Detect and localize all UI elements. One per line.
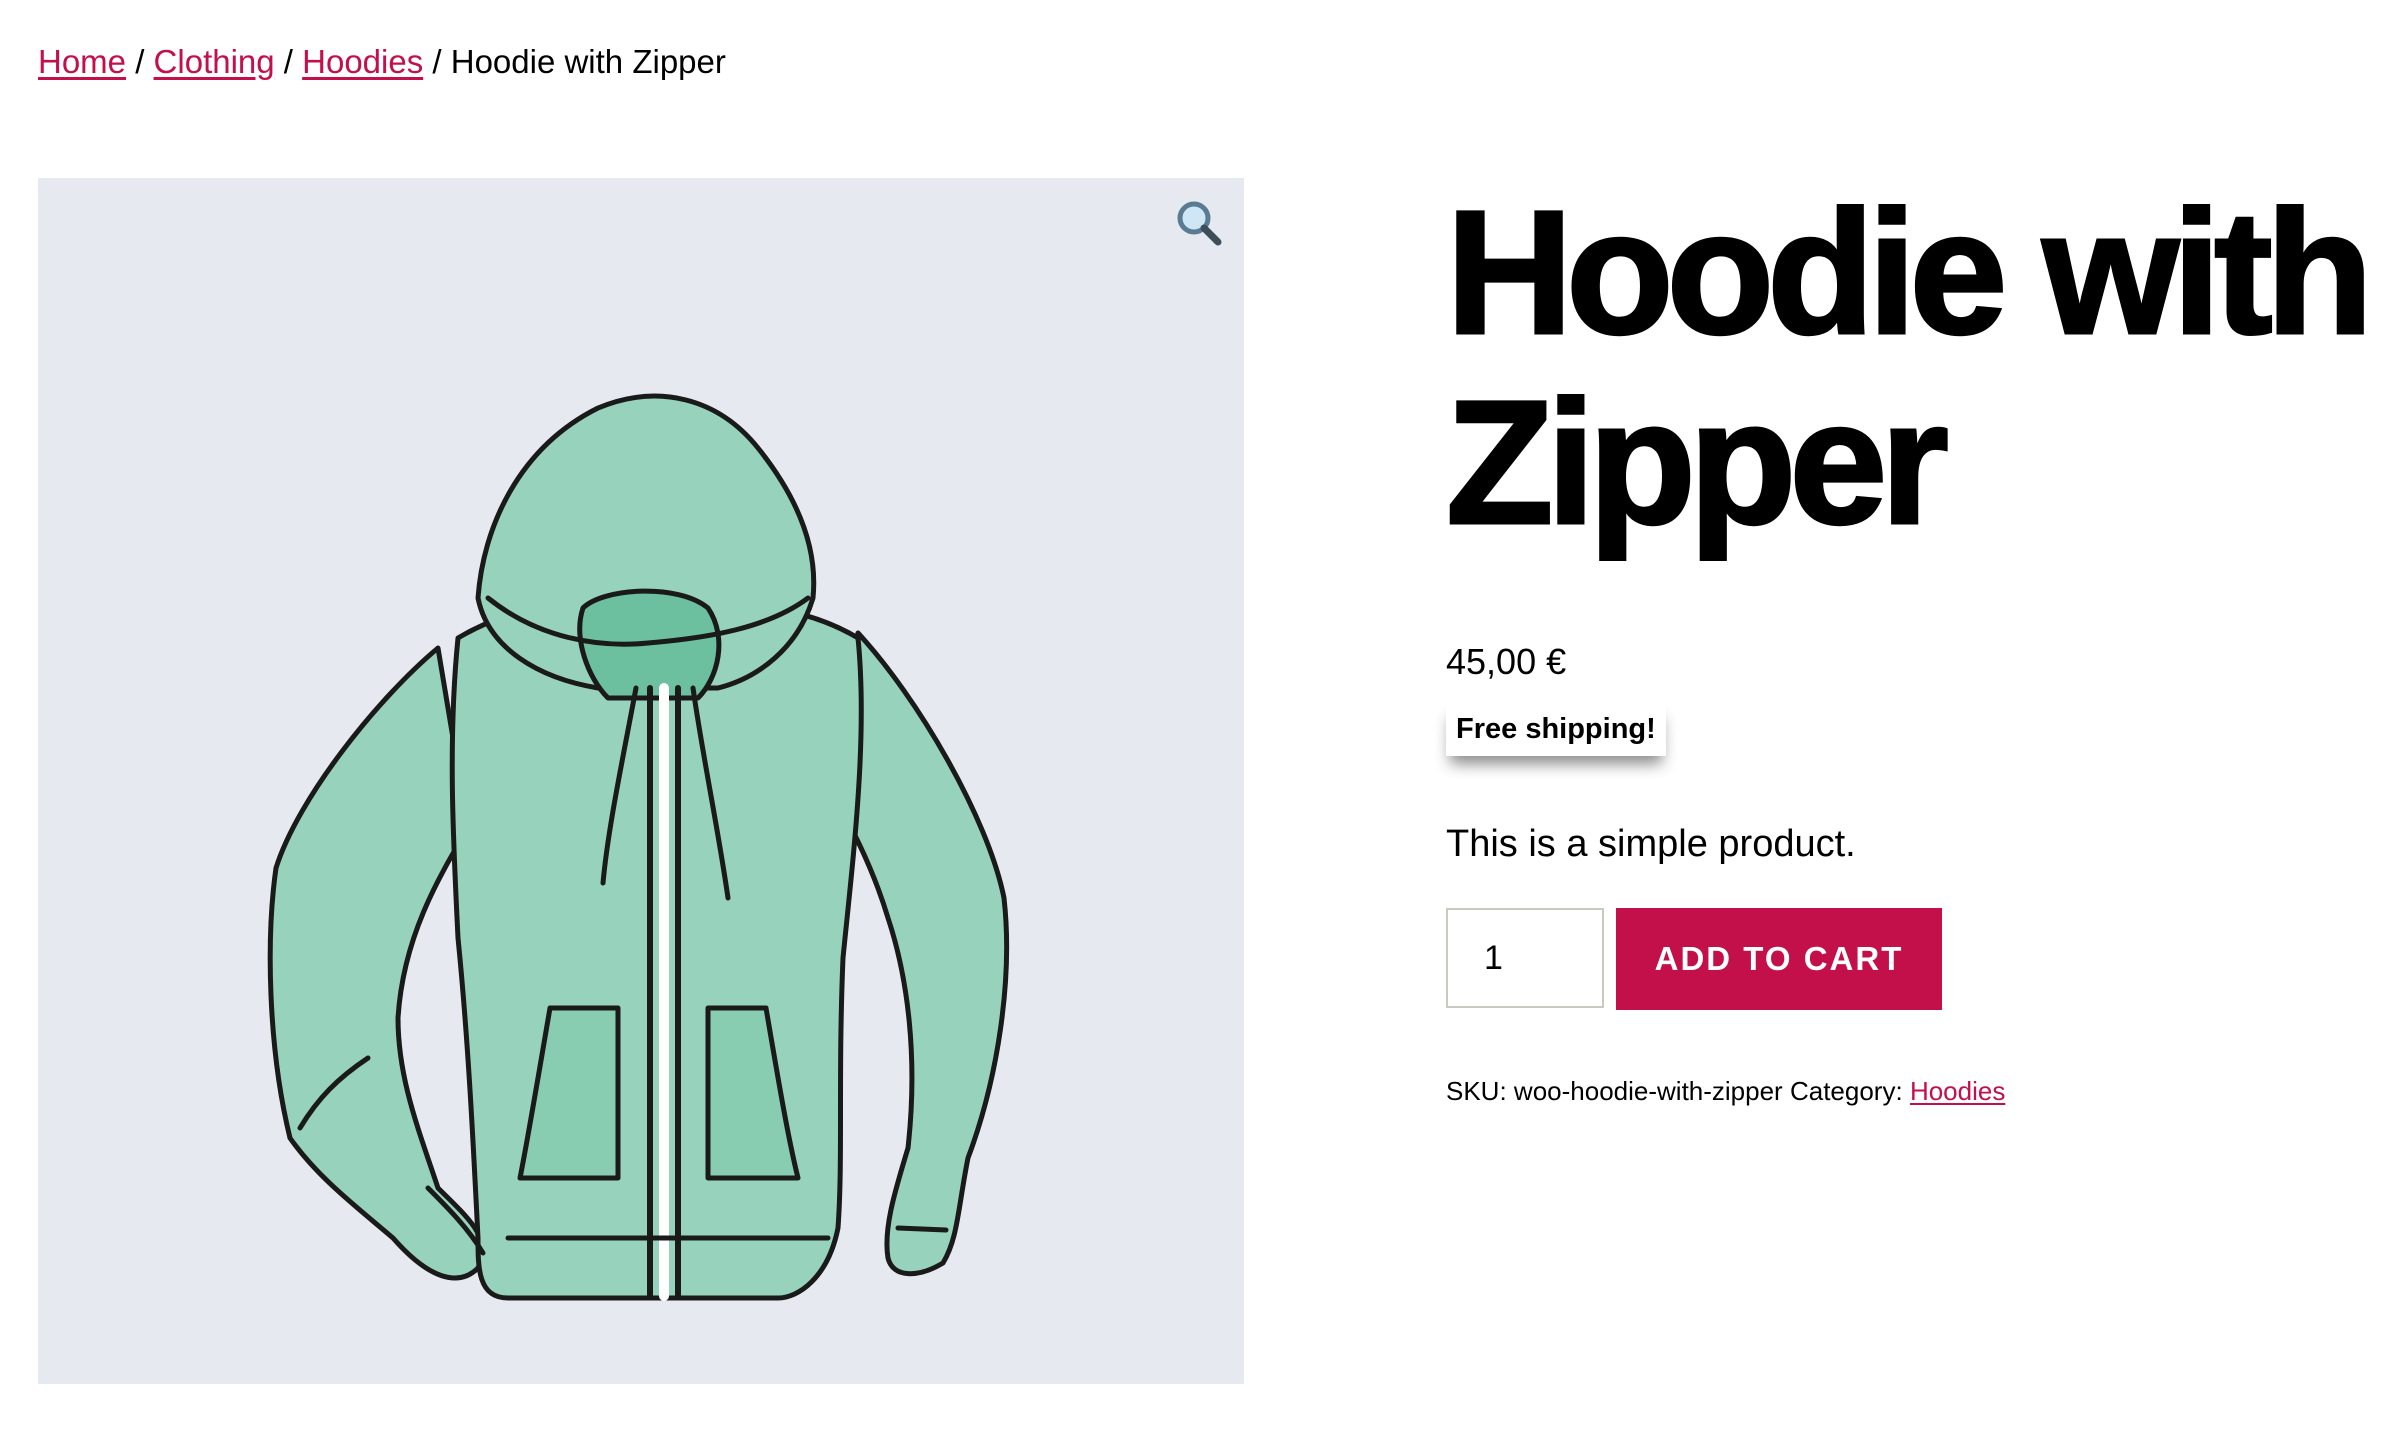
quantity-input[interactable] (1446, 908, 1604, 1008)
breadcrumb-link-hoodies[interactable]: Hoodies (302, 43, 423, 80)
product-title-line-2: Zipper (1445, 365, 1951, 561)
add-to-cart-button[interactable]: ADD TO CART (1616, 908, 1942, 1010)
product-price: 45,00 € (1446, 641, 1567, 682)
breadcrumb-link-home[interactable]: Home (38, 43, 126, 80)
product-summary: Hoodie with Zipper 45,00 € Free shipping… (1444, 175, 2376, 1108)
free-shipping-badge: Free shipping! (1446, 702, 1666, 756)
product-image[interactable] (38, 178, 1244, 1384)
product-gallery[interactable] (38, 178, 1244, 1384)
product-title: Hoodie with Zipper (1444, 175, 2376, 561)
breadcrumb-current: Hoodie with Zipper (450, 43, 726, 80)
breadcrumb: Home / Clothing / Hoodies / Hoodie with … (38, 38, 726, 86)
breadcrumb-separator: / (283, 43, 293, 80)
magnifier-icon (1177, 201, 1222, 246)
breadcrumb-link-clothing[interactable]: Clothing (154, 43, 275, 80)
add-to-cart-form: ADD TO CART (1446, 908, 2376, 1012)
breadcrumb-separator: / (432, 43, 442, 80)
product-meta: SKU: woo-hoodie-with-zipper Category: Ho… (1446, 1074, 2376, 1108)
sku-label: SKU: (1446, 1076, 1507, 1106)
category-link-hoodies[interactable]: Hoodies (1910, 1076, 2005, 1106)
breadcrumb-separator: / (135, 43, 145, 80)
sku-value: woo-hoodie-with-zipper (1513, 1076, 1783, 1106)
zoom-button[interactable] (1172, 196, 1226, 250)
product-short-description: This is a simple product. (1446, 823, 1856, 865)
product-title-line-1: Hoodie with (1444, 175, 2374, 371)
category-label: Category: (1789, 1076, 1903, 1106)
